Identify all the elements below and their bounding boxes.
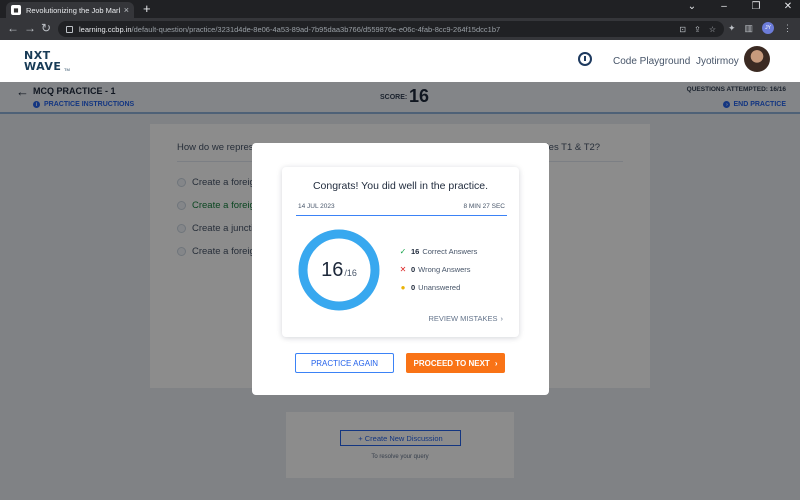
divider	[296, 215, 507, 216]
code-playground-link[interactable]: Code Playground	[613, 56, 690, 67]
forward-nav-icon[interactable]: →	[24, 21, 36, 35]
tab-close-icon[interactable]: ×	[124, 5, 129, 15]
side-panel-icon[interactable]: ▥	[744, 23, 753, 34]
tab-title: Revolutionizing the Job Market |	[26, 5, 120, 15]
nxtwave-logo[interactable]: NXT WAVE TM	[24, 48, 70, 74]
results-modal: Congrats! You did well in the practice. …	[252, 143, 549, 395]
back-nav-icon[interactable]: ←	[7, 21, 19, 35]
bookmark-star-icon[interactable]: ☆	[709, 25, 716, 34]
proceed-to-next-button[interactable]: PROCEED TO NEXT ›	[406, 353, 505, 373]
score-total: /16	[344, 268, 357, 278]
score-number: 16	[321, 258, 344, 281]
address-bar: ← → ↻ learning.ccbp.in/default-question/…	[0, 18, 800, 40]
app-header: NXT WAVE TM Code Playground Jyotirmoy	[0, 40, 800, 82]
practice-again-button[interactable]: PRACTICE AGAIN	[295, 353, 394, 373]
close-window-icon[interactable]: ✕	[782, 1, 794, 12]
browser-menu-icon[interactable]: ⋮	[783, 23, 792, 34]
tab-search-icon[interactable]: ⌄	[686, 1, 698, 12]
new-tab-button[interactable]: +	[143, 2, 151, 16]
profile-avatar[interactable]: JY	[762, 22, 774, 34]
congrats-message: Congrats! You did well in the practice.	[312, 180, 489, 192]
stat-unanswered: ● 0 Unanswered	[398, 283, 461, 292]
share-icon[interactable]: ⇪	[694, 25, 701, 34]
review-mistakes-link[interactable]: REVIEW MISTAKES ›	[428, 314, 503, 323]
chevron-right-icon: ›	[494, 358, 498, 368]
browser-tab[interactable]: ◼ Revolutionizing the Job Market | ×	[6, 2, 134, 18]
tab-favicon-icon: ◼	[11, 5, 21, 15]
install-icon[interactable]: ⊡	[679, 25, 686, 34]
extensions-icon[interactable]: ✦	[728, 23, 736, 34]
dot-icon: ●	[400, 283, 406, 292]
practice-duration: 8 MIN 27 SEC	[463, 203, 505, 210]
window-controls: ⌄ – ❐ ✕	[686, 1, 794, 12]
cross-icon: ✕	[399, 265, 407, 274]
chevron-right-icon: ›	[500, 314, 504, 323]
practice-date: 14 JUL 2023	[298, 203, 335, 210]
reload-icon[interactable]: ↻	[41, 21, 51, 35]
user-name[interactable]: Jyotirmoy	[696, 56, 739, 67]
avatar[interactable]	[744, 46, 770, 72]
lock-icon	[66, 25, 73, 33]
url-input[interactable]: learning.ccbp.in/default-question/practi…	[58, 21, 724, 37]
maximize-icon[interactable]: ❐	[750, 1, 762, 12]
timer-icon[interactable]	[578, 52, 592, 66]
ring-score: 16 /16	[298, 229, 380, 311]
result-card: Congrats! You did well in the practice. …	[282, 167, 519, 337]
check-icon: ✓	[399, 247, 407, 256]
url-path: /default-question/practice/3231d4de-8e06…	[131, 24, 501, 34]
stat-wrong: ✕ 0 Wrong Answers	[399, 265, 471, 274]
browser-tab-bar: ◼ Revolutionizing the Job Market | × + ⌄…	[0, 0, 800, 18]
stat-correct: ✓ 16 Correct Answers	[399, 247, 478, 256]
url-domain: learning.ccbp.in	[79, 24, 132, 34]
minimize-icon[interactable]: –	[718, 1, 730, 12]
